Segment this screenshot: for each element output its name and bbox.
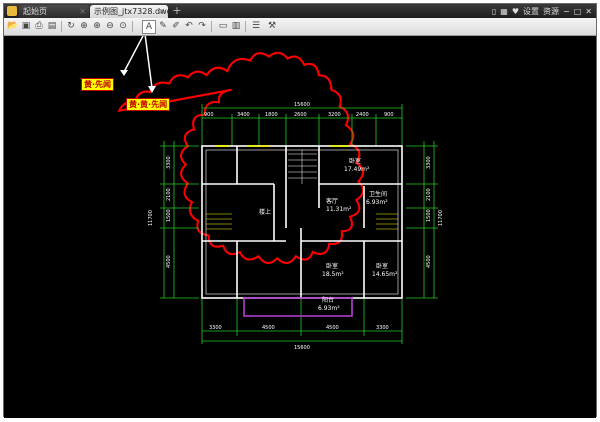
revision-cloud (117, 51, 365, 264)
app-logo-icon[interactable] (7, 6, 17, 16)
dim-bottom: 4500 (326, 325, 339, 331)
tab-bar: 起始页 ✕ 示例图_jtx7328.dwg ✕ + ▯ ▦ ♥ 设置 资源 − … (4, 4, 596, 18)
callout-arrow-head (120, 70, 128, 76)
dim-bottom: 3300 (209, 325, 222, 331)
dim-top: 900 (204, 112, 214, 118)
cad-drawing: 卧室 17.49m² 楼上 客厅 11.31m² 卫生间 6.93m² 卧室 1… (117, 33, 444, 351)
dim-top: 3400 (237, 112, 250, 118)
room-label: 阳台 (322, 296, 334, 304)
dimension-text: 15600 900 3400 1800 2600 3200 2400 900 3… (148, 102, 444, 351)
settings-link[interactable]: 设置 (523, 6, 539, 17)
annotation-callout[interactable]: 黄·黄·先闻 (126, 98, 171, 111)
room-area: 17.49m² (344, 166, 370, 173)
room-label: 楼上 (259, 208, 271, 216)
save-icon[interactable]: ▣ (20, 20, 32, 32)
dim-bottom: 4500 (262, 325, 275, 331)
close-icon[interactable]: ✕ (158, 5, 165, 18)
dim-left: 2100 (166, 188, 172, 201)
tab-drawing[interactable]: 示例图_jtx7328.dwg ✕ (90, 5, 172, 18)
toolbar-divider (132, 21, 133, 32)
dim-right: 2100 (426, 188, 432, 201)
dim-bottom: 3300 (376, 325, 389, 331)
layer-icon[interactable]: ▭ (217, 20, 229, 32)
dim-right: 1500 (426, 209, 432, 222)
dim-top: 3200 (328, 112, 341, 118)
dim-top: 1800 (265, 112, 278, 118)
room-area: 6.93m² (366, 199, 388, 206)
layout-icon[interactable]: ▥ (230, 20, 242, 32)
redo-icon[interactable]: ↷ (196, 20, 208, 32)
maximize-icon[interactable]: □ (574, 7, 582, 16)
stairs (288, 150, 317, 184)
room-label: 卧室 (349, 157, 361, 165)
toolbar-divider (61, 21, 62, 32)
undo-icon[interactable]: ↶ (183, 20, 195, 32)
open-icon[interactable]: 📂 (7, 20, 19, 32)
dim-left: 1500 (166, 209, 172, 222)
dim-top: 2600 (294, 112, 307, 118)
app-window: 起始页 ✕ 示例图_jtx7328.dwg ✕ + ▯ ▦ ♥ 设置 资源 − … (3, 3, 597, 418)
zoom-out-icon[interactable]: ⊖ (104, 20, 116, 32)
room-area: 14.65m² (372, 271, 398, 278)
dim-right-total: 11700 (438, 210, 444, 226)
tab-start-label: 起始页 (23, 7, 47, 16)
callout-arrow (123, 33, 145, 73)
tab-start-page[interactable]: 起始页 ✕ (19, 5, 89, 18)
dim-left-total: 11700 (148, 210, 154, 226)
phone-icon[interactable]: ▯ (492, 7, 496, 16)
user-icon[interactable]: ♥ (512, 7, 519, 16)
room-area: 18.5m² (322, 271, 344, 278)
room-label: 卧室 (326, 262, 338, 270)
text-tool-icon[interactable]: A (142, 20, 156, 34)
dim-right: 3300 (426, 156, 432, 169)
toolbar-divider (211, 21, 212, 32)
drawing-canvas[interactable]: 卧室 17.49m² 楼上 客厅 11.31m² 卫生间 6.93m² 卧室 1… (4, 33, 596, 418)
annotation-callout[interactable]: 黄·先闻 (81, 78, 115, 91)
stack-icon[interactable]: ☰ (250, 20, 262, 32)
rotate-icon[interactable]: ↻ (65, 20, 77, 32)
room-label: 客厅 (326, 197, 338, 205)
callout-arrow (144, 33, 153, 89)
toolbar: 📂 ▣ ⎙ ▤ ↻ ⊕ ⊕ ⊖ ⊙ A ✎ ✐ ↶ ↷ ▭ ▥ ☰ ⚒ (4, 18, 596, 36)
room-area: 11.31m² (326, 206, 352, 213)
dim-bottom-total: 15600 (294, 345, 310, 351)
window-controls: ▯ ▦ ♥ 设置 资源 − □ ✕ (492, 5, 592, 17)
room-area: 6.93m² (318, 305, 340, 312)
qr-icon[interactable]: ▦ (500, 7, 508, 16)
dim-top: 900 (384, 112, 394, 118)
resources-link[interactable]: 资源 (543, 6, 559, 17)
toolbar-divider (245, 21, 246, 32)
minimize-icon[interactable]: − (563, 7, 570, 16)
dim-left: 3300 (166, 156, 172, 169)
pencil-icon[interactable]: ✎ (157, 20, 169, 32)
room-label: 卫生间 (369, 190, 387, 198)
add-tab-button[interactable]: + (171, 5, 183, 17)
zoom-in-icon[interactable]: ⊕ (91, 20, 103, 32)
marker-icon[interactable]: ✐ (170, 20, 182, 32)
zoom-extents-icon[interactable]: ⊙ (117, 20, 129, 32)
print-icon[interactable]: ⎙ (33, 20, 45, 32)
measure-icon[interactable]: ⚒ (266, 20, 278, 32)
dim-top-total: 15600 (294, 102, 310, 108)
pdf-icon[interactable]: ▤ (46, 20, 58, 32)
zoom-window-icon[interactable]: ⊕ (78, 20, 90, 32)
close-icon[interactable]: ✕ (79, 5, 86, 18)
dim-left: 4500 (166, 255, 172, 268)
room-label: 卧室 (376, 262, 388, 270)
dim-right: 4500 (426, 255, 432, 268)
stairs-yellow (206, 213, 398, 230)
room-labels: 卧室 17.49m² 楼上 客厅 11.31m² 卫生间 6.93m² 卧室 1… (259, 157, 398, 312)
close-window-icon[interactable]: ✕ (585, 7, 592, 16)
dim-top: 2400 (356, 112, 369, 118)
